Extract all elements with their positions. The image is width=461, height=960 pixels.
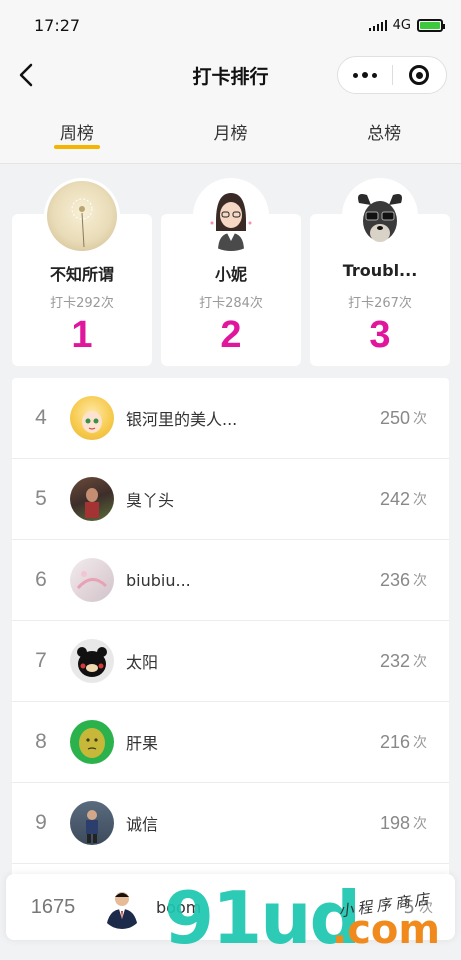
my-count: 5 (403, 896, 415, 918)
podium-rank: 1 (71, 314, 93, 356)
row-rank: 7 (35, 649, 47, 672)
podium-rank: 3 (369, 314, 391, 356)
row-name: 臭丫头 (126, 491, 175, 510)
more-dots-icon (352, 72, 377, 78)
tab-label: 月榜 (213, 124, 248, 144)
ranking-list: 4 银河里的美人... 250 次 5 臭丫头 242 次 6 biubiu..… (12, 378, 449, 878)
tab-active-indicator (53, 145, 100, 149)
list-item[interactable]: 4 银河里的美人... 250 次 (12, 378, 449, 459)
avatar (44, 178, 120, 254)
podium-name: 不知所谓 (49, 265, 114, 284)
mini-program-capsule (337, 56, 447, 94)
podium-count: 打卡267次 (348, 296, 412, 311)
ranking-tabs: 周榜 月榜 总榜 (0, 100, 461, 164)
podium-card-second[interactable]: 小妮 打卡284次 2 (161, 178, 301, 366)
tab-label: 总榜 (367, 124, 402, 144)
podium-rank: 2 (220, 314, 242, 356)
row-unit: 次 (413, 654, 427, 670)
avatar (70, 720, 114, 764)
avatar (70, 477, 114, 521)
tab-total[interactable]: 总榜 (307, 100, 461, 163)
avatar (342, 178, 418, 254)
chevron-left-icon (19, 63, 33, 87)
page-title: 打卡排行 (192, 65, 269, 88)
avatar (70, 639, 114, 683)
status-time: 17:27 (34, 15, 81, 35)
row-count: 232 (379, 650, 410, 671)
girl-avatar-icon (210, 193, 252, 251)
battery-icon (417, 18, 445, 32)
more-button[interactable] (338, 57, 392, 93)
list-item[interactable]: 7 太阳 232 次 (12, 621, 449, 702)
status-bar: 17:27 4G (0, 0, 461, 50)
row-unit: 次 (413, 573, 427, 589)
list-item[interactable]: 9 诚信 198 次 (12, 783, 449, 864)
avatar (70, 396, 114, 440)
network-type: 4G (392, 17, 411, 33)
my-name: boom (156, 897, 202, 917)
row-name: 银河里的美人... (126, 410, 238, 429)
podium-card-first[interactable]: 不知所谓 打卡292次 1 (12, 178, 152, 366)
podium-card-third[interactable]: Troubl... 打卡267次 3 (310, 178, 450, 366)
podium-count: 打卡292次 (50, 296, 114, 311)
target-icon (409, 65, 430, 85)
my-rank: 1675 (30, 895, 76, 918)
row-unit: 次 (413, 492, 427, 508)
podium-name: 小妮 (214, 265, 247, 284)
avatar (193, 178, 269, 254)
list-item[interactable]: 8 肝果 216 次 (12, 702, 449, 783)
row-unit: 次 (413, 735, 427, 751)
dog-avatar-icon (358, 194, 402, 242)
row-unit: 次 (413, 411, 427, 427)
avatar (70, 558, 114, 602)
status-indicators: 4G (368, 17, 445, 33)
tab-monthly[interactable]: 月榜 (154, 100, 308, 163)
row-rank: 4 (35, 406, 47, 429)
row-rank: 9 (35, 811, 47, 834)
row-unit: 次 (413, 816, 427, 832)
back-button[interactable] (10, 59, 42, 91)
list-item[interactable]: 6 biubiu... 236 次 (12, 540, 449, 621)
my-rank-bar[interactable]: 1675 boom 5 次 (6, 874, 455, 940)
podium-name: Troubl... (342, 261, 418, 280)
avatar (70, 801, 114, 845)
row-rank: 6 (35, 568, 47, 591)
tab-label: 周榜 (59, 124, 94, 144)
row-count: 216 (379, 731, 410, 752)
top-three-podium: 不知所谓 打卡292次 1 小妮 打卡284次 2 Troubl... 打卡26… (0, 178, 461, 370)
podium-count: 打卡284次 (199, 296, 263, 311)
row-rank: 8 (35, 730, 47, 753)
tab-weekly[interactable]: 周榜 (0, 100, 154, 163)
list-item[interactable]: 5 臭丫头 242 次 (12, 459, 449, 540)
my-unit: 次 (419, 900, 433, 916)
dandelion-icon (71, 198, 93, 248)
row-name: biubiu... (126, 570, 191, 590)
row-rank: 5 (35, 487, 47, 510)
close-miniprogram-button[interactable] (393, 57, 447, 93)
row-count: 242 (379, 488, 410, 509)
row-count: 236 (379, 569, 410, 590)
nav-bar: 打卡排行 (0, 50, 461, 100)
row-name: 诚信 (126, 815, 159, 834)
row-name: 肝果 (126, 734, 159, 753)
row-name: 太阳 (126, 653, 159, 672)
row-count: 250 (379, 407, 410, 428)
row-count: 198 (379, 812, 410, 833)
signal-icon (368, 19, 387, 31)
avatar (100, 885, 144, 929)
